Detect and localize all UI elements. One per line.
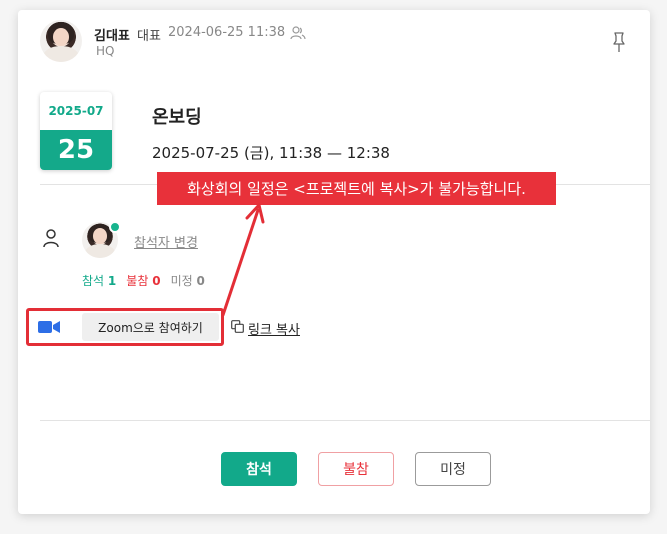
change-attendees-link[interactable]: 참석자 변경 [134,232,198,251]
event-date-badge: 2025-07 25 [40,92,112,170]
event-detail-card: 김대표 대표 2024-06-25 11:38 HQ 2025-07 25 온보… [18,10,650,514]
owner-department: HQ [96,44,115,58]
owner-name: 김대표 [94,29,130,44]
pin-icon[interactable] [612,32,626,54]
attend-button[interactable]: 참석 [221,452,297,486]
decline-button[interactable]: 불참 [318,452,394,486]
event-time-range: 2025-07-25 (금), 11:38 — 12:38 [152,144,390,162]
viewers-icon[interactable] [290,26,306,40]
attendee-status-dot [109,221,121,233]
event-title: 온보딩 [152,107,202,128]
copy-link[interactable]: 링크 복사 [248,319,300,338]
warning-callout: 화상회의 일정은 <프로젝트에 복사>가 불가능합니다. [157,172,556,205]
owner-role: 대표 [137,29,161,44]
event-day: 25 [40,130,112,170]
decline-count: 불참 0 [126,274,161,288]
join-zoom-button[interactable]: Zoom으로 참여하기 [82,313,219,341]
undecided-button[interactable]: 미정 [415,452,491,486]
copy-icon[interactable] [231,320,244,333]
attendee-person-icon [43,229,59,248]
undecided-count: 미정 0 [170,274,205,288]
created-datetime: 2024-06-25 11:38 [168,25,286,40]
owner-avatar [40,20,82,62]
attendance-counts: 참석 1 불참 0 미정 0 [82,272,205,289]
event-year-month: 2025-07 [48,104,104,118]
attend-count: 참석 1 [82,274,117,288]
video-camera-icon [38,321,60,333]
divider [40,420,650,421]
